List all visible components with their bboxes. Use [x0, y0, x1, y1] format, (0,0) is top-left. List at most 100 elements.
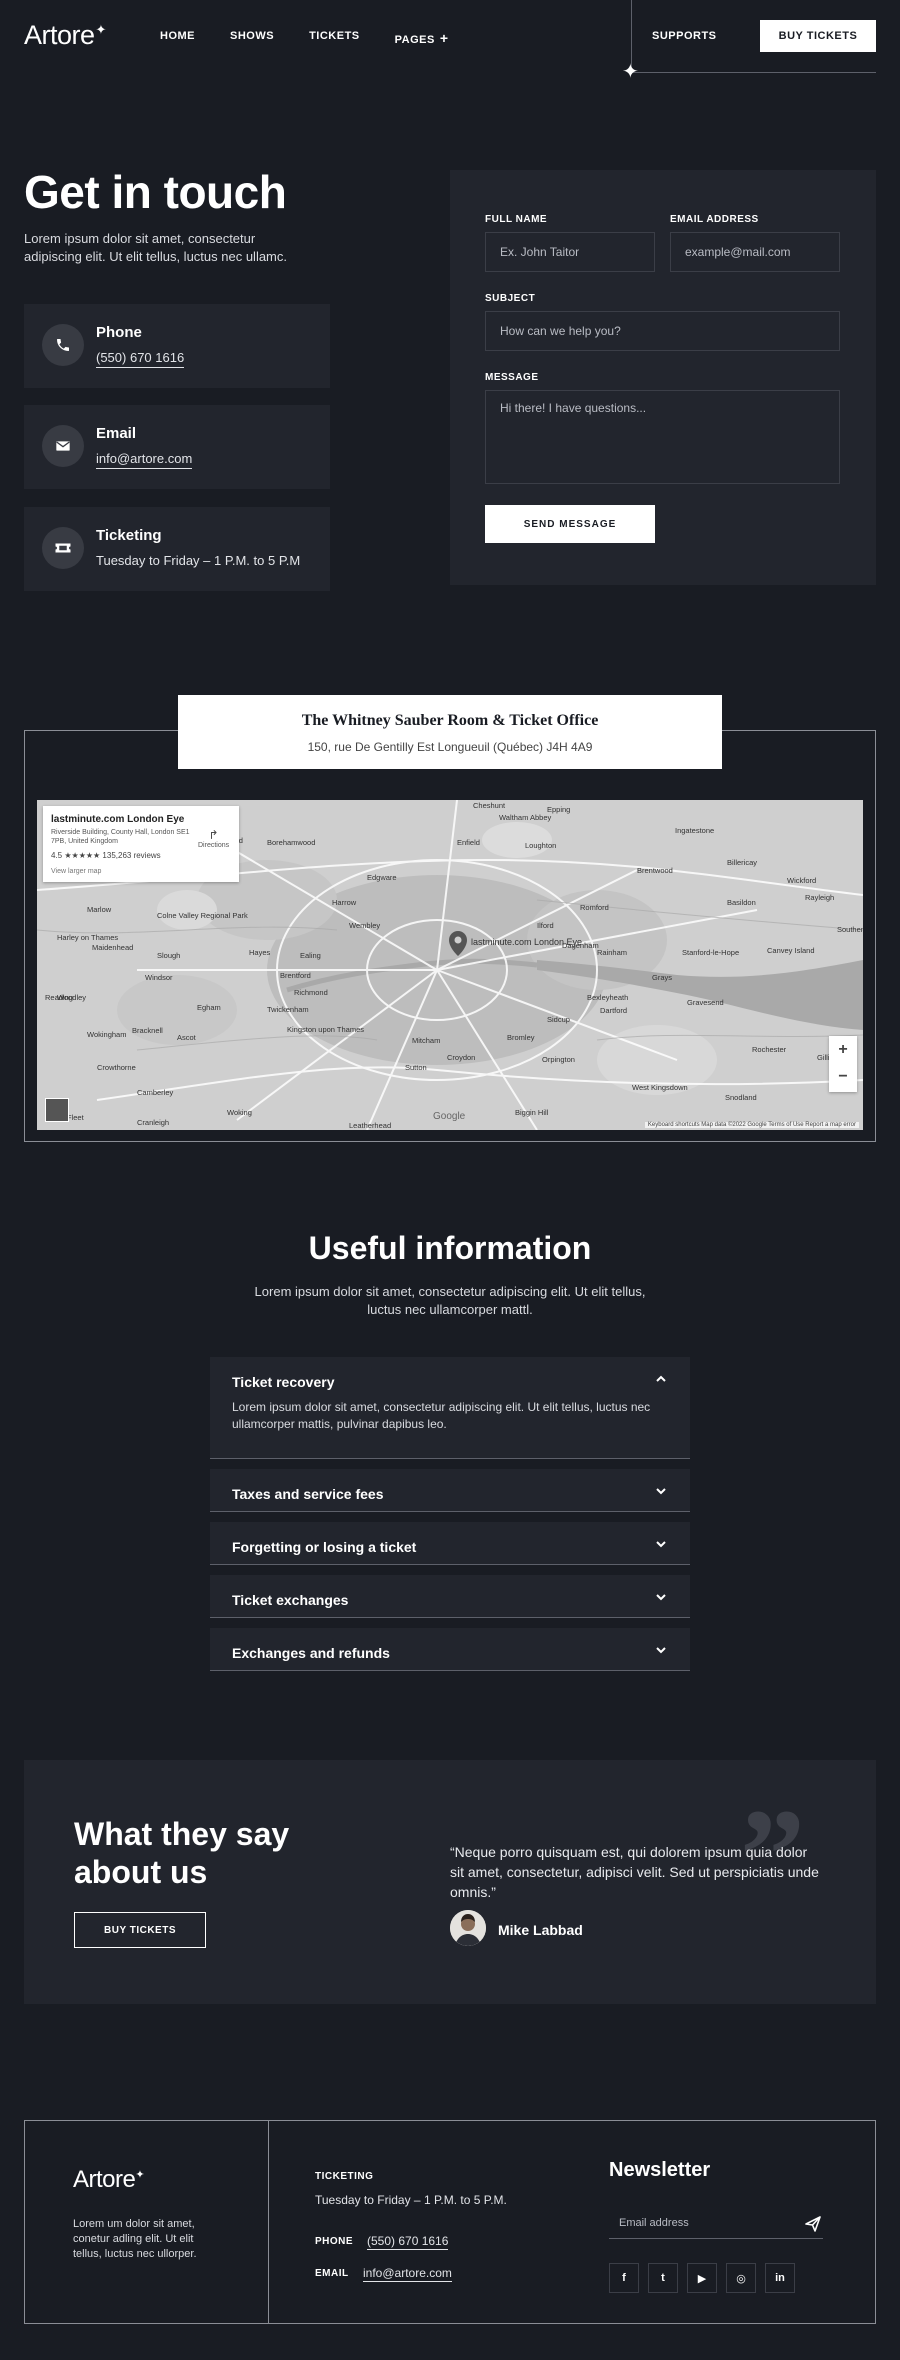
send-icon[interactable] [805, 2216, 821, 2232]
page-title: Get in touch [24, 166, 287, 218]
map-town-label: Brentford [280, 971, 311, 980]
venue-address: 150, rue De Gentilly Est Longueuil (Québ… [307, 740, 593, 754]
map-town-label: Stanford-le-Hope [682, 948, 739, 957]
map-town-label: Rochester [752, 1045, 787, 1054]
map-town-label: Bromley [507, 1033, 535, 1042]
nav-home[interactable]: HOME [160, 30, 195, 46]
view-larger-map-link[interactable]: View larger map [51, 868, 101, 875]
map-town-label: Fleet [67, 1113, 85, 1122]
faq-item-forgetting[interactable]: Forgetting or losing a ticket [210, 1522, 690, 1565]
faq-item-ticket-recovery[interactable]: Ticket recovery Lorem ipsum dolor sit am… [210, 1357, 690, 1459]
chevron-up-icon [656, 1375, 666, 1382]
map-town-label: Sidcup [547, 1015, 570, 1024]
send-message-button[interactable]: SEND MESSAGE [485, 505, 655, 543]
map-town-label: Orpington [542, 1055, 575, 1064]
full-name-input[interactable]: Ex. John Taitor [485, 232, 655, 272]
email-link[interactable]: info@artore.com [96, 451, 193, 469]
map-town-label: Crowthorne [97, 1063, 136, 1072]
zoom-out-button[interactable]: − [829, 1063, 857, 1090]
testimonial-buy-button[interactable]: BUY TICKETS [74, 1912, 206, 1948]
testimonial-title: What they say about us [74, 1816, 290, 1890]
map-pin-label: lastminute.com London Eye [471, 937, 582, 947]
faq-question: Taxes and service fees [232, 1486, 384, 1502]
map-town-label: Richmond [294, 988, 328, 997]
newsletter-title: Newsletter [609, 2159, 711, 2181]
directions-icon: ↱ [208, 828, 219, 842]
faq-item-taxes[interactable]: Taxes and service fees [210, 1469, 690, 1512]
twitter-icon[interactable]: t [648, 2263, 678, 2293]
footer-email-link[interactable]: info@artore.com [363, 2266, 452, 2282]
subject-input[interactable]: How can we help you? [485, 311, 840, 351]
map-town-label: Basildon [727, 898, 756, 907]
site-logo[interactable]: Artore✦ [24, 20, 106, 51]
nav-shows[interactable]: SHOWS [230, 30, 274, 46]
linkedin-icon[interactable]: in [765, 2263, 795, 2293]
map-zoom-controls: + − [829, 1036, 857, 1092]
map-town-label: Harley on Thames [57, 933, 118, 942]
main-nav: HOME SHOWS TICKETS PAGES + [160, 30, 484, 46]
faq-title: Useful information [308, 1230, 592, 1266]
map-town-label: Wokingham [87, 1030, 126, 1039]
facebook-icon[interactable]: f [609, 2263, 639, 2293]
map-place-popup: lastminute.com London Eye Riverside Buil… [43, 806, 239, 882]
map-town-label: Brentwood [637, 866, 673, 875]
nav-pages[interactable]: PAGES + [395, 30, 449, 46]
map-place-rating: 4.5 ★★★★★ 135,263 reviews [51, 851, 161, 860]
email-title: Email [96, 425, 137, 442]
email-label: EMAIL ADDRESS [670, 214, 759, 225]
footer-ticketing-hours: Tuesday to Friday – 1 P.M. to 5 P.M. [315, 2193, 507, 2207]
phone-title: Phone [96, 324, 142, 341]
map-town-label: Kingston upon Thames [287, 1025, 364, 1034]
avatar [450, 1910, 486, 1946]
zoom-in-button[interactable]: + [829, 1036, 857, 1063]
footer-phone-label: PHONE [315, 2236, 354, 2247]
chevron-down-icon [656, 1488, 666, 1495]
map-town-label: Ingatestone [675, 826, 714, 835]
nav-tickets[interactable]: TICKETS [309, 30, 360, 46]
site-footer: Artore✦ Lorem um dolor sit amet, conetur… [24, 2120, 876, 2324]
newsletter-email-input[interactable]: Email address [609, 2209, 823, 2239]
contact-form: FULL NAME Ex. John Taitor EMAIL ADDRESS … [450, 170, 876, 585]
map-attribution[interactable]: Keyboard shortcuts Map data ©2022 Google… [644, 1122, 859, 1128]
youtube-icon[interactable]: ▶ [687, 2263, 717, 2293]
map-town-label: Windsor [145, 973, 173, 982]
map-town-label: Slough [157, 951, 180, 960]
header-rule [630, 72, 876, 73]
embedded-map[interactable]: WatfordBorehamwoodEnfieldLoughtonWaltham… [37, 800, 863, 1130]
venue-name: The Whitney Sauber Room & Ticket Office [301, 712, 599, 729]
instagram-icon[interactable]: ◎ [726, 2263, 756, 2293]
map-town-label: Bexleyheath [587, 993, 628, 1002]
contact-description: Lorem ipsum dolor sit amet, consectetur … [24, 231, 288, 264]
directions-button[interactable]: ↱ Directions [198, 828, 229, 849]
phone-link[interactable]: (550) 670 1616 [96, 350, 185, 368]
map-town-label: Biggin Hill [515, 1108, 549, 1117]
footer-phone-link[interactable]: (550) 670 1616 [367, 2234, 449, 2250]
map-town-label: Southend-on-Sea [837, 925, 863, 934]
testimonial-author: Mike Labbad [498, 1922, 583, 1938]
footer-logo[interactable]: Artore✦ [73, 2166, 145, 2194]
buy-tickets-button[interactable]: BUY TICKETS [760, 20, 876, 52]
map-town-label: Grays [652, 973, 672, 982]
message-textarea[interactable]: Hi there! I have questions... [485, 390, 840, 484]
site-header: Artore✦ HOME SHOWS TICKETS PAGES + ✦ SUPP… [0, 0, 900, 82]
map-town-label: Harrow [332, 898, 357, 907]
faq-item-refunds[interactable]: Exchanges and refunds [210, 1628, 690, 1671]
email-input[interactable]: example@mail.com [670, 232, 840, 272]
map-town-label: Romford [580, 903, 609, 912]
footer-ticketing-label: TICKETING [315, 2171, 374, 2182]
subject-label: SUBJECT [485, 293, 536, 304]
map-place-address: Riverside Building, County Hall, London … [51, 829, 190, 845]
nav-supports[interactable]: SUPPORTS [652, 30, 717, 42]
map-town-label: Reading [45, 993, 73, 1002]
map-town-label: Billericay [727, 858, 757, 867]
faq-question: Ticket recovery [232, 1374, 335, 1390]
map-town-label: Loughton [525, 841, 556, 850]
faq-item-exchanges[interactable]: Ticket exchanges [210, 1575, 690, 1618]
map-layer-thumbnail[interactable] [45, 1098, 69, 1122]
map-town-label: Leatherhead [349, 1121, 391, 1130]
venue-card: The Whitney Sauber Room & Ticket Office … [178, 695, 722, 769]
map-town-label: Colne Valley Regional Park [157, 911, 248, 920]
map-town-label: Enfield [457, 838, 480, 847]
envelope-icon [42, 425, 84, 467]
map-town-label: Cheshunt [473, 801, 506, 810]
